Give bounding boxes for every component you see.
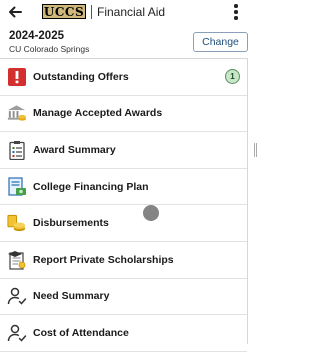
menu-item-report-private-scholarships[interactable]: Report Private Scholarships <box>0 242 247 279</box>
more-vertical-icon[interactable] <box>231 3 241 21</box>
menu-item-disbursements[interactable]: Disbursements <box>0 205 247 242</box>
person-check-icon <box>6 286 27 307</box>
menu-item-label: Outstanding Offers <box>33 70 129 83</box>
financing-plan-icon <box>6 176 27 197</box>
menu-item-label: Cost of Attendance <box>33 326 129 339</box>
menu-item-label: College Financing Plan <box>33 180 149 193</box>
page-title: Financial Aid <box>97 5 166 19</box>
alert-icon <box>6 66 27 87</box>
person-check-icon <box>6 322 27 343</box>
clipboard-icon <box>6 139 27 160</box>
menu-item-manage-accepted-awards[interactable]: Manage Accepted Awards <box>0 96 247 133</box>
menu-item-label: Disbursements <box>33 217 109 230</box>
count-badge: 1 <box>225 69 240 85</box>
menu-item-outstanding-offers[interactable]: Outstanding Offers 1 <box>0 59 247 96</box>
touch-indicator <box>143 205 159 221</box>
bank-icon <box>6 103 27 124</box>
logo-text: UCCS <box>43 4 85 19</box>
menu-item-label: Manage Accepted Awards <box>33 107 163 120</box>
uccs-logo: UCCS <box>42 4 86 19</box>
aid-year: 2024-2025 <box>9 30 64 42</box>
splitter-handle[interactable] <box>254 143 257 157</box>
menu-item-need-summary[interactable]: Need Summary <box>0 279 247 316</box>
scholarship-report-icon <box>6 249 27 270</box>
menu-item-label: Need Summary <box>33 290 110 303</box>
menu-item-award-summary[interactable]: Award Summary <box>0 132 247 169</box>
menu-item-college-financing-plan[interactable]: College Financing Plan <box>0 169 247 206</box>
menu-item-cost-of-attendance[interactable]: Cost of Attendance <box>0 315 247 352</box>
app-header: UCCS Financial Aid <box>0 0 259 24</box>
financial-aid-menu: Outstanding Offers 1 Manage Accepted Awa… <box>0 58 248 352</box>
menu-item-label: Award Summary <box>33 143 116 156</box>
change-button[interactable]: Change <box>193 32 248 52</box>
back-arrow-icon[interactable] <box>6 3 24 21</box>
institution-name: CU Colorado Springs <box>9 44 90 54</box>
header-divider <box>91 5 92 19</box>
menu-item-label: Report Private Scholarships <box>33 253 174 266</box>
coins-icon <box>6 213 27 234</box>
